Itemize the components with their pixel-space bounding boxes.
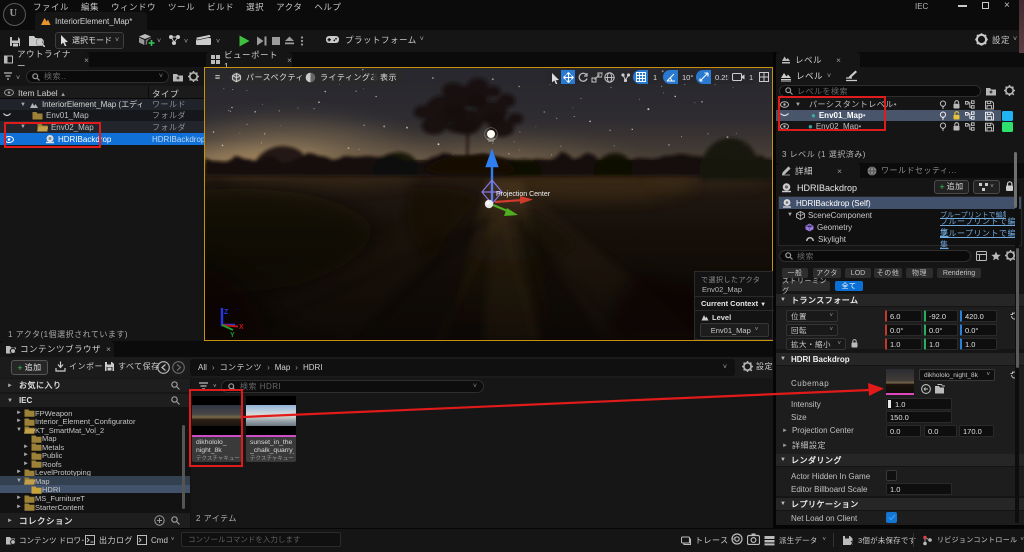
svg-text:Projection Center: Projection Center	[496, 191, 551, 198]
svg-text:Z: Z	[224, 309, 229, 316]
svg-text:˅: ˅	[16, 75, 20, 82]
svg-text:Y: Y	[230, 332, 235, 339]
svg-text:X: X	[239, 324, 244, 331]
svg-text:˅: ˅	[184, 39, 188, 46]
svg-text:˅: ˅	[157, 38, 161, 45]
svg-text:˅: ˅	[216, 39, 220, 46]
